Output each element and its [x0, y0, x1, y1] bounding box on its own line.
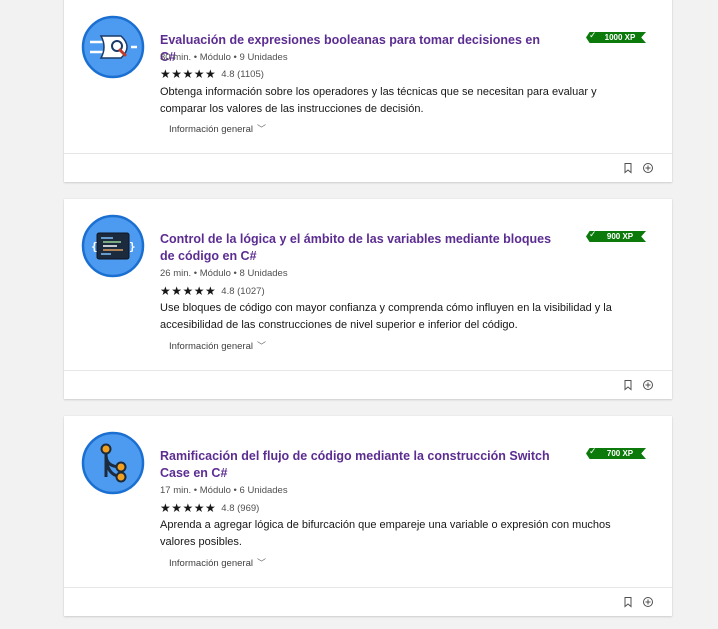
- xp-label: 1000 XP: [604, 33, 636, 42]
- add-collection-icon[interactable]: [642, 162, 654, 174]
- bookmark-icon[interactable]: [622, 379, 634, 391]
- check-icon: ✓: [589, 229, 597, 239]
- bookmark-icon[interactable]: [622, 596, 634, 608]
- bookmark-icon[interactable]: [622, 162, 634, 174]
- info-label: Información general: [169, 558, 253, 569]
- chevron-down-icon: ﹀: [256, 341, 266, 351]
- module-card: { } Control de la lógica y el ámbito de …: [64, 199, 672, 399]
- logic-gate-icon: [81, 15, 145, 79]
- rating-value: 4.8 (1027): [221, 285, 265, 297]
- chevron-down-icon: ﹀: [256, 558, 266, 568]
- add-collection-icon[interactable]: [642, 596, 654, 608]
- module-description: Obtenga información sobre los operadores…: [160, 86, 597, 115]
- xp-label: 900 XP: [606, 232, 634, 241]
- card-footer: [64, 370, 672, 399]
- info-label: Información general: [169, 124, 253, 135]
- info-toggle[interactable]: Información general ﹀: [169, 122, 266, 135]
- star-rating-icon: ★★★★★: [160, 67, 217, 81]
- add-collection-icon[interactable]: [642, 379, 654, 391]
- star-rating-icon: ★★★★★: [160, 284, 217, 298]
- check-icon: ✓: [589, 446, 597, 456]
- xp-label: 700 XP: [606, 449, 634, 458]
- rating: ★★★★★ 4.8 (1027): [160, 284, 265, 298]
- module-title[interactable]: Control de la lógica y el ámbito de las …: [160, 231, 552, 265]
- info-label: Información general: [169, 341, 253, 352]
- rating: ★★★★★ 4.8 (1105): [160, 67, 264, 81]
- code-block-icon: { }: [81, 214, 145, 278]
- card-footer: [64, 587, 672, 616]
- check-icon: ✓: [589, 30, 597, 40]
- module-title[interactable]: Ramificación del flujo de código mediant…: [160, 448, 552, 482]
- module-meta: 26 min. • Módulo • 8 Unidades: [160, 268, 288, 279]
- rating-value: 4.8 (1105): [221, 68, 264, 80]
- svg-text:}: }: [129, 240, 136, 253]
- module-card: Evaluación de expresiones booleanas para…: [64, 0, 672, 182]
- star-rating-icon: ★★★★★: [160, 501, 217, 515]
- xp-badge: ✓ 700 XP: [586, 448, 646, 459]
- xp-badge: ✓ 1000 XP: [586, 32, 646, 43]
- module-meta: 30 min. • Módulo • 9 Unidades: [160, 52, 288, 63]
- module-description: Use bloques de código con mayor confianz…: [160, 302, 612, 331]
- info-toggle[interactable]: Información general ﹀: [169, 556, 266, 569]
- branch-icon: [81, 431, 145, 495]
- module-description: Aprenda a agregar lógica de bifurcación …: [160, 519, 611, 548]
- module-card: Ramificación del flujo de código mediant…: [64, 416, 672, 616]
- info-toggle[interactable]: Información general ﹀: [169, 339, 266, 352]
- rating-value: 4.8 (969): [221, 502, 260, 514]
- chevron-down-icon: ﹀: [256, 124, 266, 134]
- xp-badge: ✓ 900 XP: [586, 231, 646, 242]
- rating: ★★★★★ 4.8 (969): [160, 501, 259, 515]
- module-meta: 17 min. • Módulo • 6 Unidades: [160, 485, 288, 496]
- card-footer: [64, 153, 672, 182]
- svg-text:{: {: [91, 240, 98, 253]
